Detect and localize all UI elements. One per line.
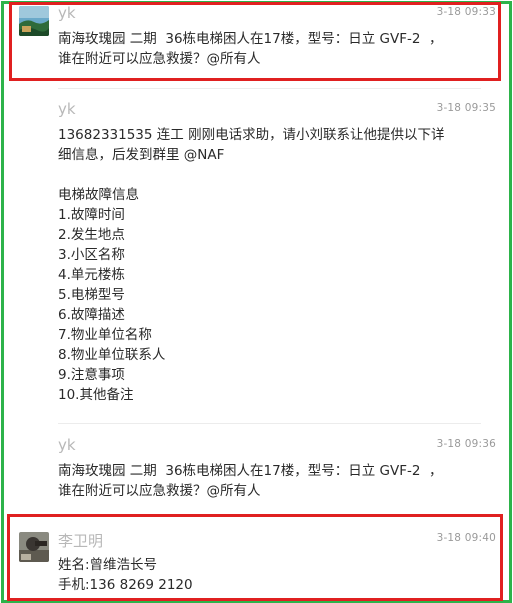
- message-line: 细信息，后发到群里 @NAF: [58, 147, 225, 163]
- message-text[interactable]: 南海玫瑰园 二期 36栋电梯困人在17楼，型号：日立 GVF-2 ， 谁在附近可…: [58, 29, 478, 69]
- message-time: 3-18 09:36: [436, 438, 496, 450]
- avatar[interactable]: [19, 6, 49, 36]
- message-time: 3-18 09:40: [436, 532, 496, 544]
- message-line: 8.物业单位联系人: [58, 347, 166, 363]
- message-line: [58, 165, 478, 185]
- divider: [58, 88, 481, 89]
- sender-name: yk: [58, 436, 76, 454]
- message-text[interactable]: 南海玫瑰园 二期 36栋电梯困人在17楼，型号：日立 GVF-2 ， 谁在附近可…: [58, 461, 478, 501]
- message-time: 3-18 09:33: [436, 6, 496, 18]
- message-line: 1.故障时间: [58, 207, 125, 223]
- message-line: 10.其他备注: [58, 387, 134, 403]
- message-line: 谁在附近可以应急救援？@所有人: [58, 483, 261, 499]
- message-line: 4.单元楼栋: [58, 267, 125, 283]
- chat-message: yk 3-18 09:33 南海玫瑰园 二期 36栋电梯困人在17楼，型号：日立…: [14, 4, 496, 79]
- message-line: 2.发生地点: [58, 227, 125, 243]
- message-text[interactable]: 13682331535 连工 刚刚电话求助，请小刘联系让他提供以下详 细信息，后…: [58, 125, 478, 405]
- chat-message: yk 3-18 09:35 13682331535 连工 刚刚电话求助，请小刘联…: [14, 100, 496, 420]
- divider: [58, 423, 481, 424]
- message-text[interactable]: 姓名:曾维浩长号 手机:136 8269 2120: [58, 555, 478, 595]
- avatar[interactable]: [19, 532, 49, 562]
- message-line: 7.物业单位名称: [58, 327, 152, 343]
- sender-name: yk: [58, 100, 76, 118]
- sender-name: yk: [58, 4, 76, 22]
- message-line: 电梯故障信息: [58, 187, 139, 203]
- message-line: 南海玫瑰园 二期 36栋电梯困人在17楼，型号：日立 GVF-2 ，: [58, 31, 443, 47]
- message-line: 手机:136 8269 2120: [58, 577, 193, 593]
- message-line: 南海玫瑰园 二期 36栋电梯困人在17楼，型号：日立 GVF-2 ，: [58, 463, 443, 479]
- message-line: 3.小区名称: [58, 247, 125, 263]
- chat-message: 李卫明 3-18 09:40 姓名:曾维浩长号 手机:136 8269 2120: [14, 530, 496, 598]
- message-line: 姓名:曾维浩长号: [58, 557, 158, 573]
- message-line: 6.故障描述: [58, 307, 125, 323]
- sender-name: 李卫明: [58, 532, 104, 550]
- message-line: 9.注意事项: [58, 367, 125, 383]
- chat-message: yk 3-18 09:36 南海玫瑰园 二期 36栋电梯困人在17楼，型号：日立…: [14, 436, 496, 506]
- message-line: 13682331535 连工 刚刚电话求助，请小刘联系让他提供以下详: [58, 127, 445, 143]
- message-time: 3-18 09:35: [436, 102, 496, 114]
- message-line: 5.电梯型号: [58, 287, 125, 303]
- message-line: 谁在附近可以应急救援？@所有人: [58, 51, 261, 67]
